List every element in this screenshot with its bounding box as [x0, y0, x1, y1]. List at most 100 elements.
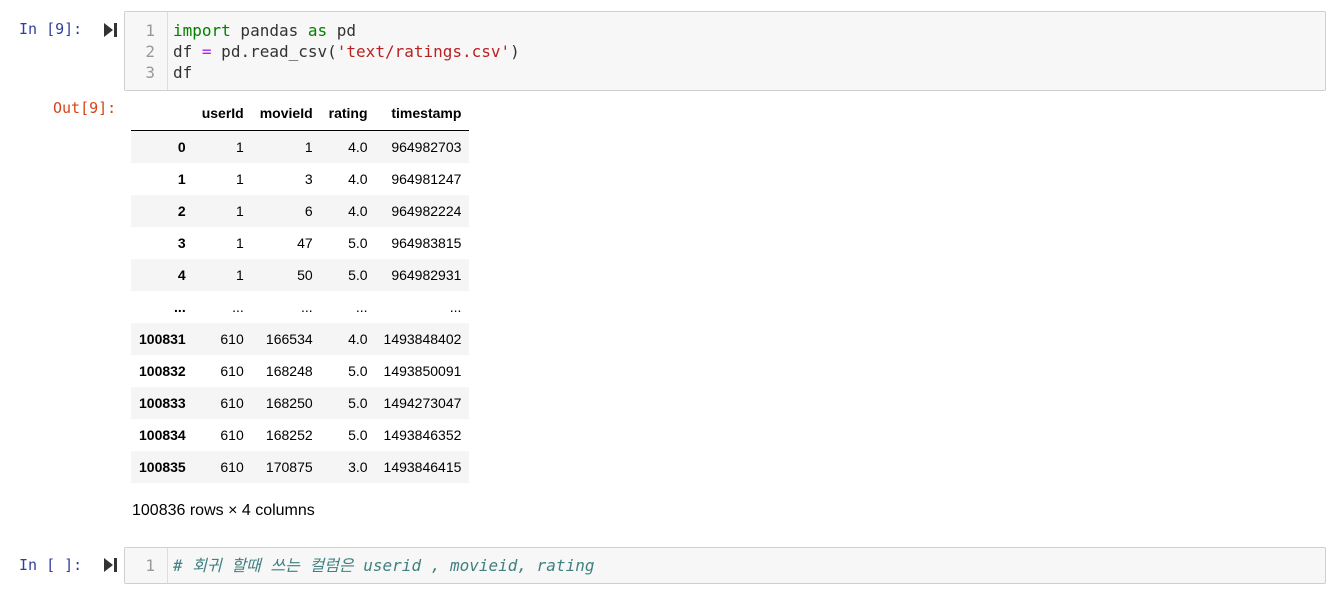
- table-cell: ...: [232, 299, 244, 315]
- line-number: 3: [145, 63, 155, 82]
- row-index: 2: [177, 203, 186, 219]
- dataframe-table: userId movieId rating timestamp 0 1 1 4.0 96498…: [131, 96, 470, 483]
- table-cell: 4.0: [348, 139, 368, 155]
- table-cell: ...: [300, 299, 313, 315]
- code-cell[interactable]: 1 import pandas as pd 2 df = pd.read_csv('t…: [124, 11, 1326, 91]
- input-prompt-empty: In [ ]:: [19, 556, 83, 574]
- code-token: pd.read_csv(: [211, 42, 337, 61]
- table-cell: 5.0: [348, 427, 368, 443]
- table-cell: 4.0: [348, 331, 368, 347]
- line-number: 2: [145, 42, 155, 61]
- row-index: 4: [177, 267, 186, 283]
- line-number: 1: [145, 556, 155, 575]
- code-text[interactable]: # 회귀 할때 쓰는 컬럼은 userid , movieid, rating: [173, 555, 594, 576]
- row-index: 100835: [139, 459, 186, 475]
- row-index: 100832: [139, 363, 186, 379]
- code-text[interactable]: df: [173, 62, 192, 83]
- row-index: 0: [177, 139, 186, 155]
- column-header: movieId: [251, 96, 321, 131]
- table-cell: 610: [220, 395, 244, 411]
- input-prompt: In [9]:: [19, 20, 83, 38]
- table-cell: 1: [304, 139, 313, 155]
- code-token: df: [173, 63, 193, 82]
- output-prompt: Out[9]:: [53, 99, 117, 117]
- table-cell: 1: [235, 267, 244, 283]
- row-index: 3: [177, 235, 186, 251]
- table-cell: 166534: [265, 331, 313, 347]
- row-index: 100833: [139, 395, 186, 411]
- row-index: ...: [174, 299, 186, 315]
- code-token: pandas: [230, 21, 308, 40]
- table-cell: 610: [220, 331, 244, 347]
- table-cell: 170875: [265, 459, 313, 475]
- table-row: ...............: [131, 291, 469, 323]
- table-cell: 610: [220, 459, 244, 475]
- table-cell: 964981247: [391, 171, 462, 187]
- table-cell: 3: [304, 171, 313, 187]
- table-cell: ...: [449, 299, 462, 315]
- code-token: pd: [327, 21, 357, 40]
- index-header: [131, 96, 194, 131]
- table-cell: 1: [235, 171, 244, 187]
- table-cell: 964982224: [391, 203, 462, 219]
- table-cell: 4.0: [348, 203, 368, 219]
- table-row: 100831 610 166534 4.0 1493848402: [131, 323, 470, 355]
- table-cell: 6: [304, 203, 313, 219]
- code-token: =: [201, 42, 212, 61]
- table-row: 2 1 6 4.0 964982224: [131, 195, 470, 227]
- code-token: df: [173, 42, 202, 61]
- code-token: as: [307, 21, 328, 40]
- code-text[interactable]: import pandas as pd: [173, 20, 356, 41]
- table-cell: 964982703: [391, 139, 462, 155]
- table-cell: 168250: [265, 395, 313, 411]
- table-cell: 5.0: [348, 363, 368, 379]
- row-index: 100834: [139, 427, 186, 443]
- table-cell: 5.0: [348, 235, 368, 251]
- code-token: import: [173, 21, 231, 40]
- table-cell: 1: [235, 235, 244, 251]
- table-cell: 5.0: [348, 395, 368, 411]
- table-cell: 610: [220, 363, 244, 379]
- table-cell: 168248: [265, 363, 313, 379]
- code-cell[interactable]: 1 # 회귀 할때 쓰는 컬럼은 userid , movieid, rating: [124, 547, 1326, 584]
- table-row: 3 1 47 5.0 964983815: [131, 227, 469, 259]
- code-text[interactable]: df = pd.read_csv('text/ratings.csv'): [173, 41, 520, 62]
- run-cell-icon[interactable]: [104, 558, 118, 572]
- table-row: 100835 610 170875 3.0 1493846415: [131, 451, 470, 483]
- row-index: 100831: [139, 331, 186, 347]
- table-row: 100833 610 168250 5.0 1494273047: [131, 387, 470, 419]
- table-row: 4 1 50 5.0 964982931: [131, 259, 470, 291]
- dataframe-shape-text: 100836 rows × 4 columns: [132, 502, 315, 519]
- table-cell: 1: [235, 139, 244, 155]
- table-cell: ...: [355, 299, 368, 315]
- line-number: 1: [145, 21, 155, 40]
- table-cell: 47: [297, 235, 313, 251]
- table-cell: 1493846415: [383, 459, 462, 475]
- row-index: 1: [177, 171, 186, 187]
- column-header: rating: [320, 96, 376, 131]
- table-row: 0 1 1 4.0 964982703: [131, 130, 470, 163]
- table-cell: 50: [297, 267, 313, 283]
- column-header: timestamp: [375, 96, 470, 131]
- table-header-row: userId movieId rating timestamp: [131, 96, 470, 131]
- table-row: 1 1 3 4.0 964981247: [131, 163, 469, 195]
- table-cell: 1494273047: [383, 395, 462, 411]
- table-cell: 964982931: [391, 267, 462, 283]
- table-cell: 1493850091: [383, 363, 462, 379]
- table-cell: 3.0: [348, 459, 368, 475]
- code-token: 'text/ratings.csv': [336, 42, 511, 61]
- column-header: userId: [193, 96, 252, 131]
- table-row: 100832 610 168248 5.0 1493850091: [131, 355, 469, 387]
- table-cell: 4.0: [348, 171, 368, 187]
- table-cell: 168252: [265, 427, 313, 443]
- table-cell: 964983815: [391, 235, 462, 251]
- run-cell-icon[interactable]: [104, 23, 118, 37]
- table-cell: 1493846352: [383, 427, 462, 443]
- code-token: ): [510, 42, 520, 61]
- code-token: # 회귀 할때 쓰는 컬럼은 userid , movieid, rating: [173, 556, 595, 575]
- table-cell: 610: [220, 427, 244, 443]
- table-cell: 1: [235, 203, 244, 219]
- table-cell: 1493848402: [383, 331, 462, 347]
- table-row: 100834 610 168252 5.0 1493846352: [131, 419, 469, 451]
- table-cell: 5.0: [348, 267, 368, 283]
